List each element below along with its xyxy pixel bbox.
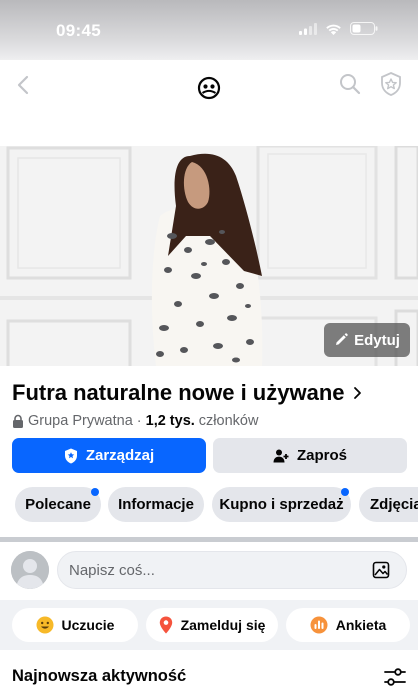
status-bar: 09:45 [0,0,418,60]
back-button[interactable] [10,72,36,98]
feeling-label: Uczucie [61,617,115,633]
recent-activity-title: Najnowsza aktywność [12,667,187,685]
poll-label: Ankieta [335,617,387,633]
invite-button[interactable]: Zaproś [213,438,407,473]
top-navigation [0,60,418,146]
group-icon-button[interactable] [196,75,222,101]
members-count[interactable]: 1,2 tys. [146,413,195,429]
meta-separator: · [136,413,142,429]
chevron-right-icon [353,387,361,399]
shield-icon [64,448,77,463]
tab-kupno-i-sprzedaz[interactable]: Kupno i sprzedaż [212,487,351,522]
tab-informacje[interactable]: Informacje [108,487,204,522]
poll-icon [310,616,328,634]
wifi-icon [325,22,342,40]
default-avatar-icon [11,551,49,589]
group-meta: Grupa Prywatna · 1,2 tys. członków [12,413,258,429]
post-composer: Napisz coś... [0,542,418,600]
group-title[interactable]: Futra naturalne nowe i używane [12,380,362,406]
photo-icon[interactable] [372,561,390,579]
group-privacy: Grupa Prywatna [28,413,133,429]
pencil-icon [336,333,348,345]
search-button[interactable] [337,71,363,97]
location-pin-icon [159,616,172,634]
feeling-button[interactable]: Uczucie [12,608,138,642]
composer-placeholder: Napisz coś... [69,561,155,579]
filter-sliders-icon[interactable] [384,668,406,686]
members-label[interactable]: członków [199,413,259,429]
edit-cover-button[interactable]: Edytuj [324,323,410,357]
group-tabs: Polecane Informacje Kupno i sprzedaż Zdj… [0,487,418,523]
manage-button[interactable]: Zarządzaj [12,438,206,473]
invite-label: Zaproś [296,447,347,464]
poll-button[interactable]: Ankieta [286,608,410,642]
emoji-icon [36,616,54,634]
lock-icon [13,414,23,428]
star-shield-icon [381,72,401,96]
group-title-text: Futra naturalne nowe i używane [12,380,345,405]
tab-notification-dot [91,488,99,496]
check-in-label: Zamelduj się [180,617,266,633]
recent-activity-section: Najnowsza aktywność [0,650,418,699]
avatar[interactable] [11,551,49,589]
check-in-button[interactable]: Zamelduj się [146,608,278,642]
add-person-icon [273,449,289,462]
status-time: 09:45 [56,21,101,40]
composer-actions: Uczucie Zamelduj się Ankieta [0,600,418,650]
chevron-left-icon [17,75,29,95]
tab-label: Zdjęcia [370,496,418,513]
status-icons [299,22,378,40]
app-screen: 09:45 Edytuj Futra naturalne nowe i używ… [0,0,418,699]
tab-label: Kupno i sprzedaż [219,496,344,513]
tab-zdjecia[interactable]: Zdjęcia [359,487,418,522]
tab-label: Informacje [118,496,194,513]
manage-label: Zarządzaj [85,447,155,464]
tab-notification-dot [341,488,349,496]
tab-label: Polecane [25,496,91,513]
tab-polecane[interactable]: Polecane [15,487,101,522]
search-icon [340,74,361,95]
composer-input[interactable]: Napisz coś... [57,551,407,589]
favorite-button[interactable] [377,70,405,98]
battery-icon [350,22,378,40]
signal-icon [299,22,317,40]
group-people-icon [197,76,221,100]
edit-cover-label: Edytuj [354,331,400,349]
